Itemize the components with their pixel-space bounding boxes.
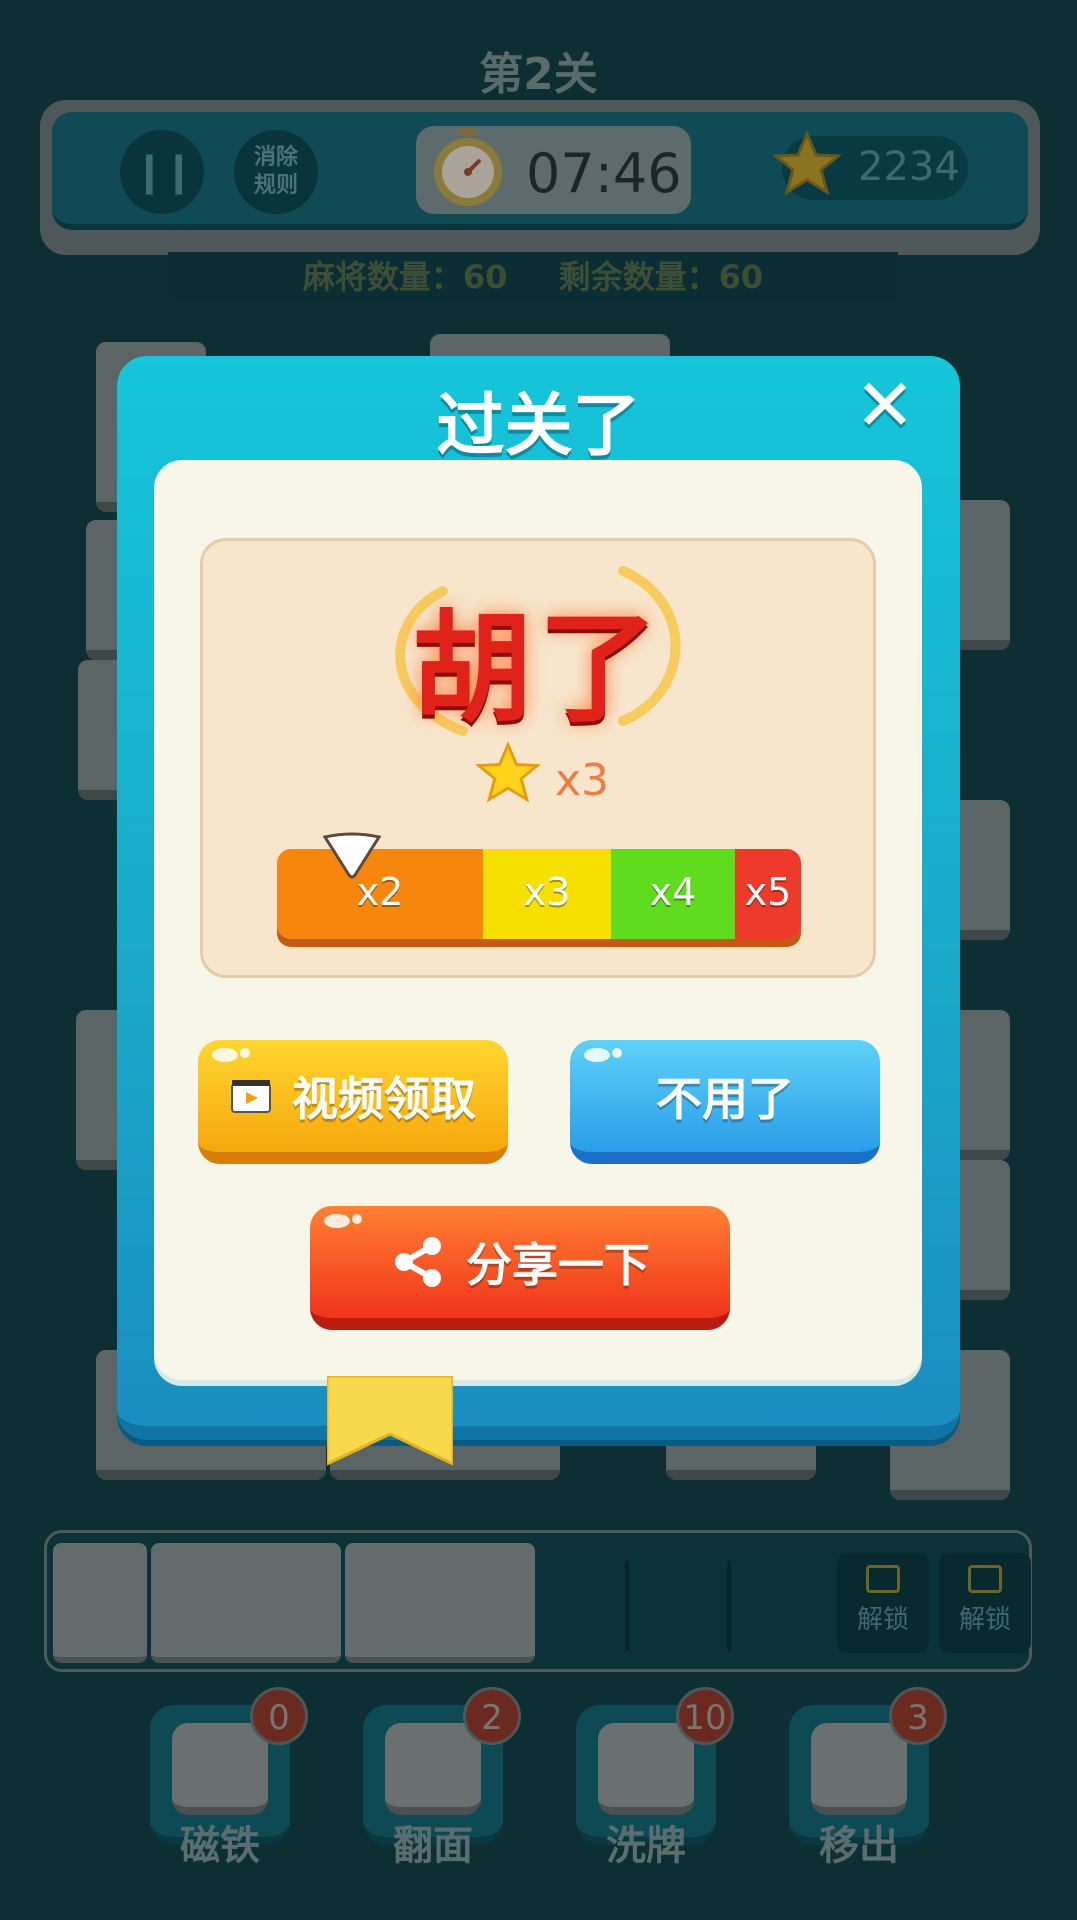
ribbon-bookmark <box>327 1376 453 1466</box>
dialog-title: 过关了 <box>436 387 641 466</box>
unlock-slot-button[interactable]: 解锁 <box>939 1553 1031 1653</box>
share-label: 分享一下 <box>466 1238 650 1292</box>
flip-icon <box>385 1723 481 1815</box>
timer-value: 07:46 <box>526 142 682 205</box>
reward-multiplier: x3 <box>555 755 610 806</box>
multiplier-x3: x3 <box>483 849 611 939</box>
slot-tile <box>151 1543 341 1663</box>
remaining-count: 剩余数量：60 <box>558 258 764 296</box>
star-icon <box>772 130 842 196</box>
timer: 07:46 <box>416 126 691 214</box>
flip-tool-button[interactable]: 翻面 2 <box>363 1687 521 1869</box>
dialog-panel: 胡了 x3 x2 x3 x4 x5 视频领取 不用了 分享一下 <box>154 460 922 1380</box>
tile-slot-bar: 解锁 解锁 <box>44 1530 1032 1672</box>
level-title: 第2关 <box>479 49 598 100</box>
count-badge: 3 <box>889 1687 947 1745</box>
count-badge: 10 <box>676 1687 734 1745</box>
magnet-tool-button[interactable]: 磁铁 0 <box>150 1687 308 1869</box>
hule-text: 胡了 <box>412 600 664 739</box>
close-button[interactable]: ✕ <box>850 369 920 441</box>
pointer-indicator <box>322 832 382 879</box>
slot-tile <box>53 1543 147 1663</box>
multiplier-x5: x5 <box>735 849 801 939</box>
stopwatch-icon <box>434 128 502 206</box>
video-icon <box>231 1080 271 1113</box>
video-icon <box>968 1565 1002 1593</box>
coin-value: 2234 <box>858 144 960 190</box>
share-icon <box>395 1237 441 1287</box>
video-icon <box>866 1565 900 1593</box>
watch-video-button[interactable]: 视频领取 <box>198 1040 508 1164</box>
watch-video-label: 视频领取 <box>292 1072 476 1126</box>
tile-count-strip: 麻将数量：60 剩余数量：60 <box>168 252 898 302</box>
arrow-left-icon <box>811 1723 907 1815</box>
count-badge: 2 <box>463 1687 521 1745</box>
pause-button[interactable]: ❙❙ <box>120 130 204 214</box>
reward-card: 胡了 x3 x2 x3 x4 x5 <box>200 538 876 978</box>
shuffle-icon <box>598 1723 694 1815</box>
hule-banner: 胡了 <box>373 551 703 751</box>
no-thanks-label: 不用了 <box>656 1072 794 1126</box>
slot-tile <box>345 1543 535 1663</box>
close-icon: ✕ <box>854 363 916 447</box>
shuffle-tool-button[interactable]: 洗牌 10 <box>576 1687 734 1869</box>
top-bar: ❙❙ 消除 规则 07:46 2234 <box>40 100 1040 255</box>
count-badge: 0 <box>250 1687 308 1745</box>
magnet-icon <box>172 1723 268 1815</box>
mahjong-count: 麻将数量：60 <box>302 258 508 296</box>
multiplier-x4: x4 <box>611 849 735 939</box>
no-thanks-button[interactable]: 不用了 <box>570 1040 880 1164</box>
level-complete-dialog: 过关了 ✕ 胡了 x3 x2 x3 x4 x5 视频领取 不用了 分享一下 <box>117 356 960 1466</box>
rules-button[interactable]: 消除 规则 <box>234 130 318 214</box>
pause-icon: ❙❙ <box>132 149 195 195</box>
remove-tool-button[interactable]: 移出 3 <box>789 1687 947 1869</box>
share-button[interactable]: 分享一下 <box>310 1206 730 1330</box>
unlock-slot-button[interactable]: 解锁 <box>837 1553 929 1653</box>
coin-counter: 2234 <box>772 130 968 200</box>
star-icon <box>475 741 541 803</box>
